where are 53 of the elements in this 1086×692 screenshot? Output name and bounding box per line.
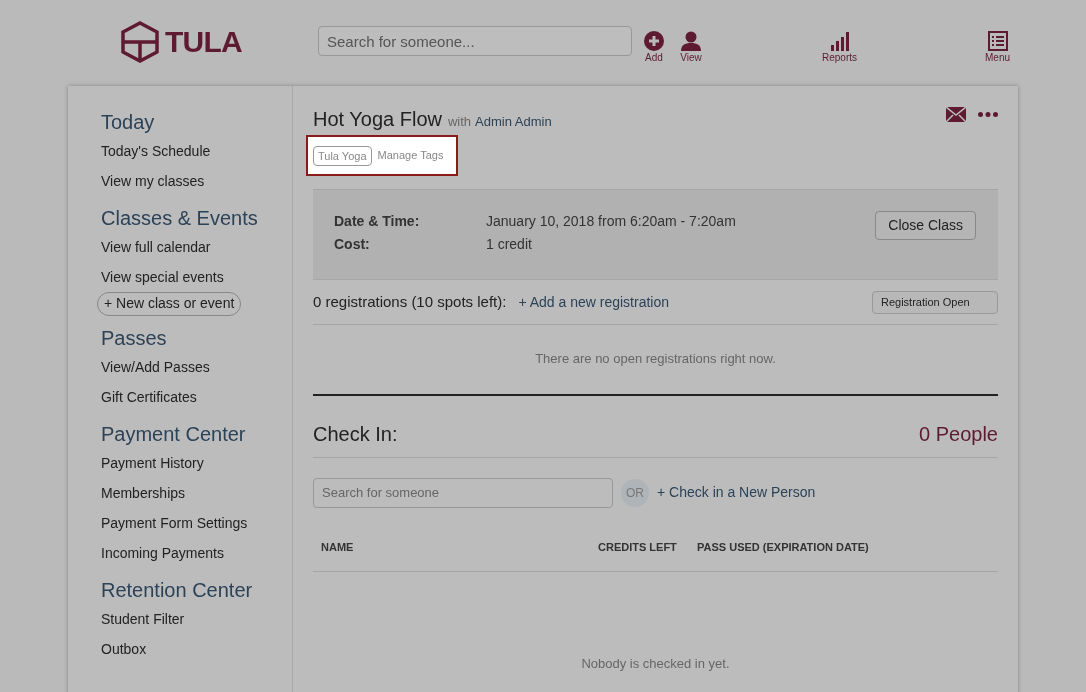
sidebar-link[interactable]: Payment Form Settings: [101, 507, 292, 538]
header-action[interactable]: Reports: [822, 31, 857, 63]
sidebar-heading: Retention Center: [101, 577, 254, 603]
add-registration-link[interactable]: + Add a new registration: [518, 291, 670, 313]
class-title: Hot Yoga Flow: [313, 107, 442, 132]
check-in-heading: Check In:: [313, 422, 398, 447]
sidebar-link[interactable]: View special events: [101, 262, 292, 292]
header-action[interactable]: Add: [644, 31, 664, 63]
empty-registrations-message: There are no open registrations right now.: [313, 325, 998, 396]
list-icon: [987, 31, 1008, 51]
column-header: PASS USED (EXPIRATION DATE): [697, 539, 869, 555]
detail-value: January 10, 2018 from 6:20am - 7:20am: [486, 212, 737, 231]
instructor-link[interactable]: Admin Admin: [475, 112, 552, 132]
sidebar-link[interactable]: Memberships: [101, 477, 292, 508]
registrations-summary: 0 registrations (10 spots left):: [313, 291, 507, 312]
envelope-icon[interactable]: [946, 107, 966, 122]
column-header: CREDITS LEFT: [598, 539, 678, 555]
column-header: NAME: [321, 539, 355, 555]
person-icon: [680, 31, 702, 51]
more-icon[interactable]: [978, 112, 998, 117]
empty-check-in-message: Nobody is checked in yet.: [580, 654, 731, 673]
close-class-button[interactable]: Close Class: [875, 211, 976, 240]
bar-chart-icon: [829, 31, 850, 51]
sidebar-heading: Classes & Events: [101, 206, 259, 231]
header-action[interactable]: Menu: [985, 31, 1011, 63]
with-label: with: [448, 113, 472, 131]
sidebar-link[interactable]: Incoming Payments: [101, 537, 292, 568]
or-label: OR: [621, 478, 649, 507]
sidebar-link[interactable]: Payment History: [101, 447, 292, 478]
header-action[interactable]: View: [680, 31, 702, 63]
sidebar-heading: Payment Center: [101, 421, 247, 447]
detail-label: Date & Time:: [334, 212, 421, 231]
manage-tags-link[interactable]: Manage Tags: [377, 147, 444, 164]
sidebar-heading: Passes: [101, 325, 168, 351]
plus-circle-icon: [644, 31, 664, 51]
sidebar-link[interactable]: Student Filter: [101, 603, 292, 634]
registration-status-button[interactable]: Registration Open: [872, 290, 998, 314]
detail-label: Cost:: [334, 235, 371, 254]
sidebar-link[interactable]: View full calendar: [101, 232, 292, 262]
sidebar-link[interactable]: Outbox: [101, 633, 292, 664]
search-field[interactable]: Search for someone...: [318, 26, 632, 56]
sidebar-heading: Today: [101, 110, 156, 135]
tag-label: Tula Yoga: [313, 145, 372, 166]
detail-value: 1 credit: [486, 235, 533, 254]
people-count: 0 People: [919, 422, 998, 447]
sidebar-link[interactable]: View my classes: [101, 166, 292, 196]
sidebar-link[interactable]: Gift Certificates: [101, 381, 292, 412]
hexagon-logo-icon: [121, 20, 159, 63]
sidebar-link[interactable]: View/Add Passes: [101, 351, 292, 382]
logo-text: TULA: [165, 24, 242, 60]
sidebar-link[interactable]: Today's Schedule: [101, 136, 292, 166]
check-in-search-field[interactable]: Search for someone: [313, 477, 613, 508]
check-in-new-person-link[interactable]: + Check in a New Person: [657, 482, 816, 503]
